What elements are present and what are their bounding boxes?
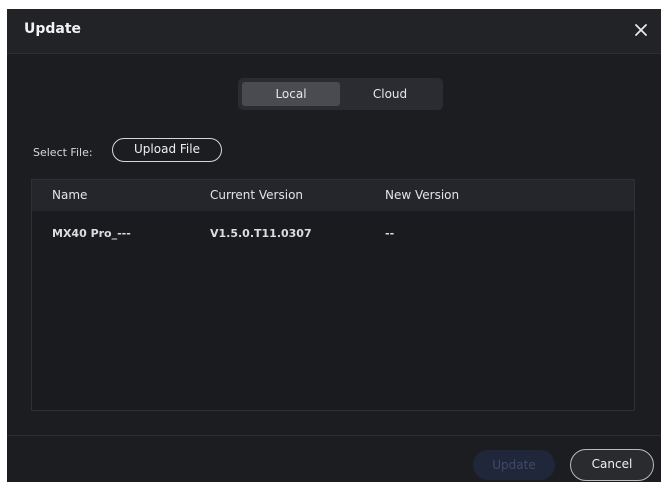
update-button[interactable]: Update — [473, 450, 555, 480]
close-button[interactable] — [629, 18, 653, 42]
dialog-title: Update — [24, 21, 82, 37]
update-dialog: Update Local Cloud Select File: Upload F… — [7, 9, 661, 482]
cell-device-name: MX40 Pro_--- — [52, 227, 131, 240]
footer-divider — [7, 435, 661, 436]
tab-cloud[interactable]: Cloud — [341, 82, 439, 106]
table-header: Name Current Version New Version — [32, 180, 634, 211]
column-header-new-version: New Version — [385, 188, 460, 202]
upload-file-button[interactable]: Upload File — [112, 138, 222, 162]
source-toggle: Local Cloud — [238, 78, 443, 110]
cell-current-version: V1.5.0.T11.0307 — [210, 227, 312, 240]
select-file-label: Select File: — [33, 146, 93, 159]
cancel-button[interactable]: Cancel — [570, 449, 654, 481]
firmware-table: Name Current Version New Version MX40 Pr… — [31, 179, 635, 411]
cell-new-version: -- — [385, 227, 395, 240]
tab-local[interactable]: Local — [242, 82, 340, 106]
column-header-current-version: Current Version — [210, 188, 304, 202]
dialog-header: Update — [7, 9, 661, 54]
close-icon — [635, 24, 647, 36]
column-header-name: Name — [52, 188, 88, 202]
